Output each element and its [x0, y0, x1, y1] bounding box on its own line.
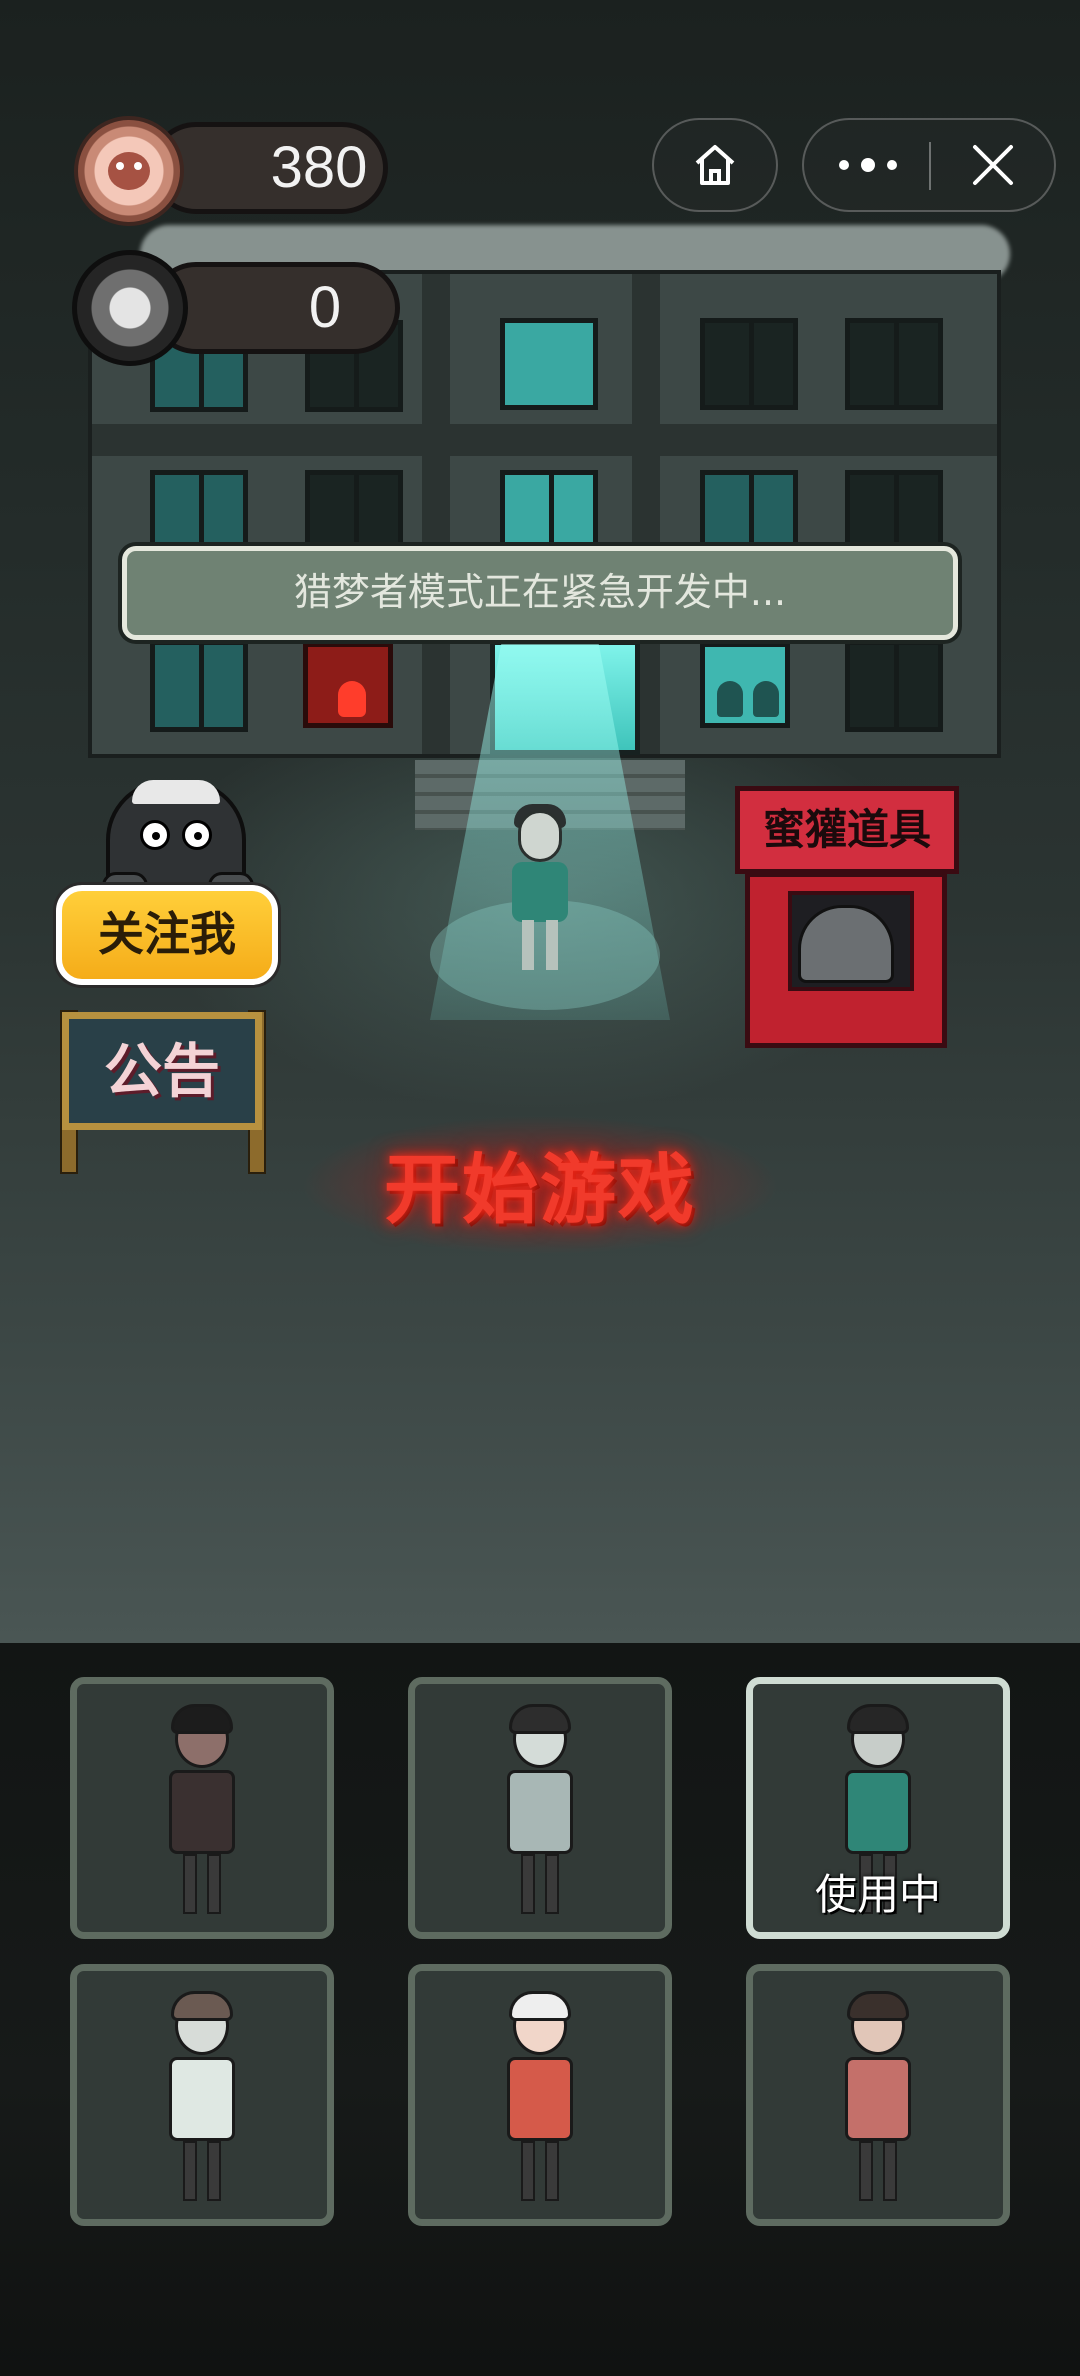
coin-counter: 380 [150, 122, 388, 214]
red-window-ghost [303, 642, 393, 728]
dev-notice-banner: 猎梦者模式正在紧急开发中... [122, 546, 958, 640]
character-figure-granny [485, 1991, 595, 2207]
close-icon [973, 145, 1013, 185]
game-scene: 380 0 猎梦者模式正在紧急开发中... 关注我 公告 蜜獾道具 开始游戏 [0, 0, 1080, 1643]
badger-coin-icon [74, 116, 184, 226]
coin-count: 380 [270, 135, 368, 200]
character-slot-girl-with-bows[interactable] [70, 1677, 334, 1939]
window [845, 640, 943, 732]
token-count: 0 [308, 275, 342, 340]
follow-button[interactable]: 关注我 [56, 885, 278, 985]
character-slot-glasses-boy[interactable] [408, 1677, 672, 1939]
character-figure-bun-girl [147, 1991, 257, 2207]
character-figure-braided-woman [823, 1991, 933, 2207]
player-character [500, 804, 580, 970]
home-button[interactable] [652, 118, 778, 212]
character-slot-bearded-man[interactable]: 使用中 [746, 1677, 1010, 1939]
in-use-label: 使用中 [814, 1870, 941, 1919]
window [700, 318, 798, 410]
shop-badger-icon [798, 905, 894, 983]
close-button[interactable] [931, 120, 1056, 210]
character-slot-bun-girl[interactable] [70, 1964, 334, 2226]
home-icon [695, 145, 735, 185]
dev-notice-text: 猎梦者模式正在紧急开发中... [293, 570, 787, 614]
start-game-button[interactable]: 开始游戏 [340, 1128, 740, 1238]
capsule-menu [802, 118, 1056, 212]
badger-mascot [96, 780, 256, 904]
notice-label: 公告 [103, 1037, 220, 1105]
character-slot-granny[interactable] [408, 1964, 672, 2226]
follow-label: 关注我 [98, 907, 236, 961]
character-figure-girl-with-bows [147, 1704, 257, 1920]
more-button[interactable] [804, 120, 929, 210]
dream-token-icon [72, 250, 188, 366]
window [500, 318, 598, 410]
character-select-panel: 使用中 [0, 1643, 1080, 2376]
more-dots-icon [839, 158, 897, 172]
shop-booth[interactable] [745, 872, 947, 1048]
window [150, 640, 248, 732]
shop-label: 蜜獾道具 [762, 805, 931, 854]
shop-sign[interactable]: 蜜獾道具 [735, 786, 959, 874]
notice-board-button[interactable]: 公告 [62, 1012, 262, 1130]
window-silhouettes [700, 642, 790, 728]
character-figure-glasses-boy [485, 1704, 595, 1920]
character-slot-braided-woman[interactable] [746, 1964, 1010, 2226]
window [845, 318, 943, 410]
